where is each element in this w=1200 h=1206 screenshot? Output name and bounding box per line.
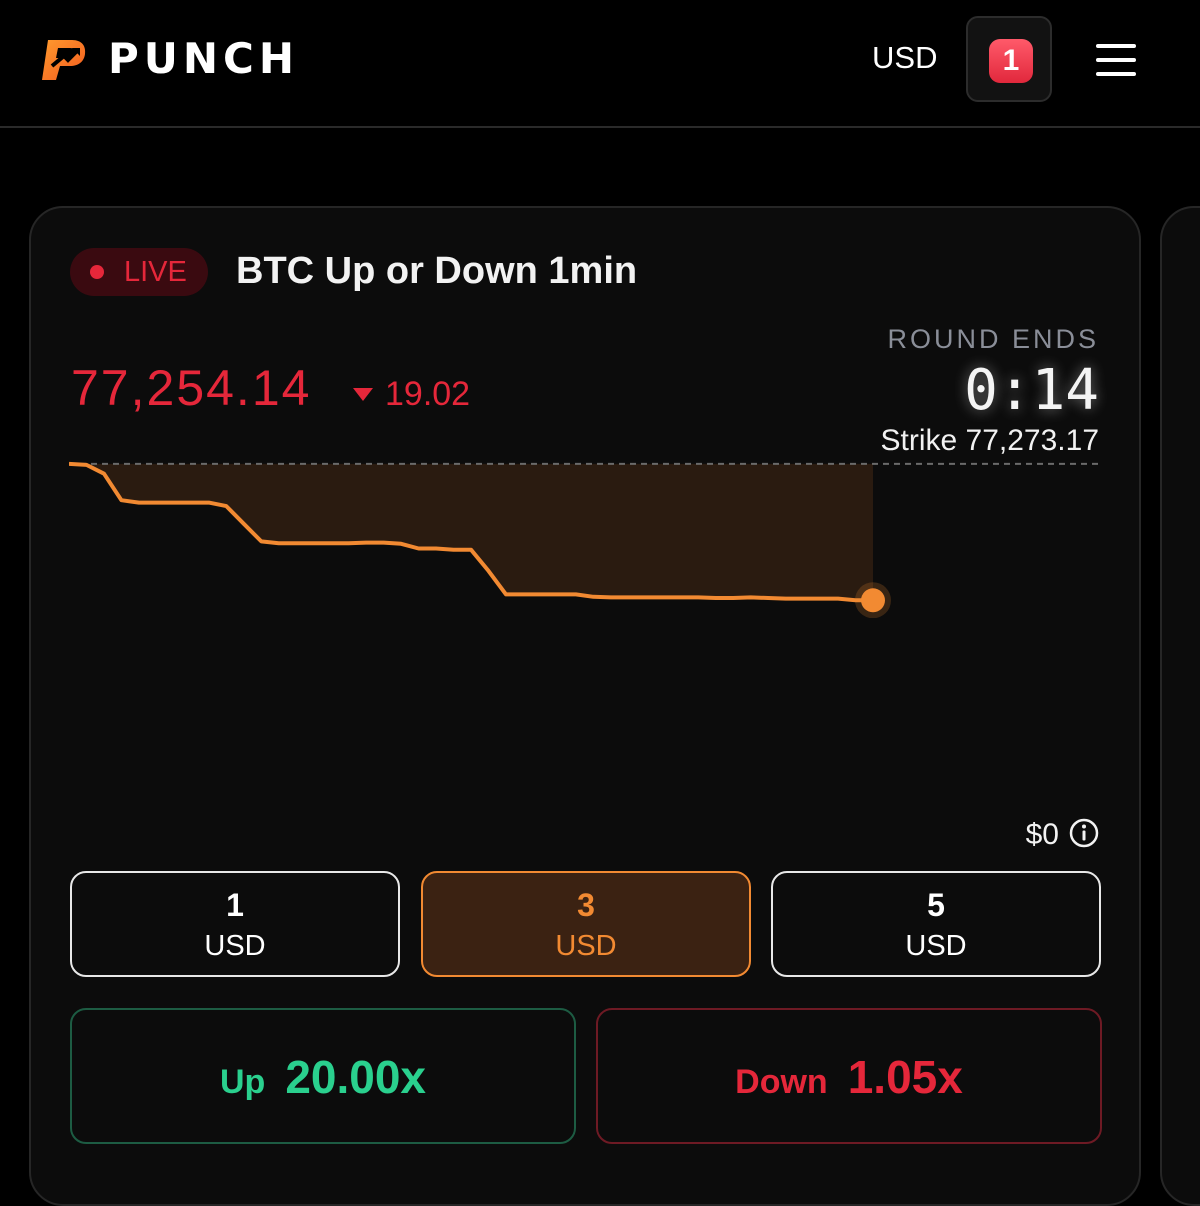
menu-line: [1096, 58, 1136, 62]
stake-option-1[interactable]: 1 USD: [70, 871, 400, 977]
stake-amount: 5: [927, 887, 945, 923]
stake-total-value: $0: [1025, 818, 1059, 851]
price-chart: [69, 461, 1103, 618]
stake-option-5[interactable]: 5 USD: [771, 871, 1101, 977]
stake-amount: 1: [226, 887, 244, 923]
next-market-card[interactable]: [1160, 206, 1200, 1206]
hamburger-menu-icon[interactable]: [1094, 42, 1138, 78]
info-icon[interactable]: [1069, 818, 1099, 848]
notification-count-badge: 1: [989, 39, 1033, 83]
stake-currency: USD: [204, 930, 266, 962]
market-title: BTC Up or Down 1min: [236, 250, 638, 292]
market-card: LIVE BTC Up or Down 1min 77,254.14 19.02…: [29, 206, 1141, 1206]
bet-up-button[interactable]: Up 20.00x: [70, 1008, 576, 1144]
bet-down-multiplier: 1.05x: [847, 1051, 963, 1103]
top-bar: PUNCH USD 1: [0, 0, 1200, 128]
strike-price: Strike 77,273.17: [880, 424, 1099, 457]
brand-name: PUNCH: [108, 34, 300, 83]
menu-line: [1096, 44, 1136, 48]
current-price-marker: [861, 588, 885, 613]
bet-down-button[interactable]: Down 1.05x: [596, 1008, 1102, 1144]
price-change-value: 19.02: [385, 375, 471, 413]
price-area-fill: [69, 463, 873, 601]
bet-up-label: Up: [219, 1063, 266, 1101]
stake-currency: USD: [555, 930, 617, 962]
price-change: 19.02: [353, 372, 470, 416]
stake-option-3[interactable]: 3 USD: [421, 871, 751, 977]
menu-line: [1096, 72, 1136, 76]
round-timer: 0:14: [964, 358, 1099, 423]
punch-logo-icon[interactable]: [38, 36, 88, 82]
currency-selector[interactable]: USD: [872, 38, 937, 78]
bet-up-multiplier: 20.00x: [285, 1051, 427, 1103]
live-status-label: LIVE: [124, 256, 187, 288]
caret-down-icon: [353, 387, 373, 401]
bet-down-label: Down: [735, 1063, 828, 1101]
round-ends-label: ROUND ENDS: [887, 324, 1099, 354]
stake-amount: 3: [577, 887, 595, 923]
notifications-button[interactable]: 1: [966, 16, 1052, 102]
current-price: 77,254.14: [71, 360, 312, 416]
stake-currency: USD: [905, 930, 967, 962]
stake-total: $0: [1026, 816, 1099, 854]
live-dot-icon: [90, 265, 104, 279]
live-status-badge: LIVE: [70, 248, 208, 296]
